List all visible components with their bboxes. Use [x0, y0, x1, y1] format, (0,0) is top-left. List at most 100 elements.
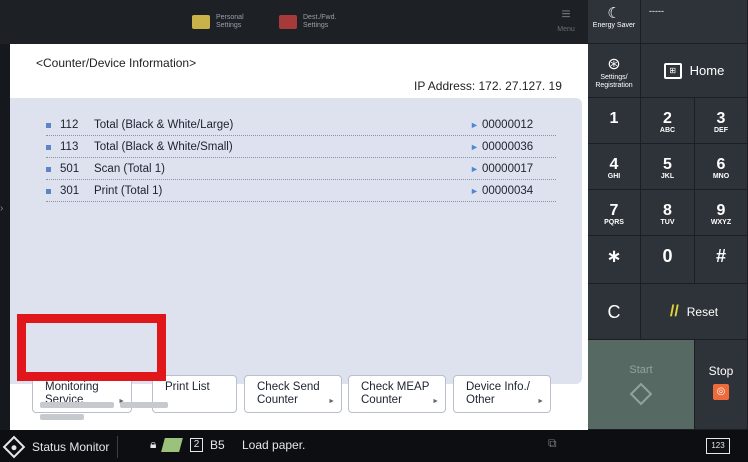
arrow-right-icon: ► — [328, 398, 335, 405]
arrow-right-icon: ► — [470, 164, 479, 174]
device-info-other-button[interactable]: Device Info./ Other ► — [453, 375, 551, 413]
counter-row: 301 Print (Total 1) ► 00000034 — [46, 182, 556, 202]
menu-icon: ≡ — [561, 6, 571, 23]
menu-label: Menu — [557, 26, 575, 33]
status-monitor-icon — [2, 435, 26, 459]
user-field: ----- — [641, 0, 748, 44]
key-6-digit: 6 — [716, 156, 726, 173]
key-5-digit: 5 — [663, 156, 672, 173]
moon-icon: ☾ — [607, 5, 621, 22]
key-7-letters: PQRS — [604, 219, 624, 226]
key-1[interactable]: 1 — [588, 98, 641, 144]
settings-registration-button[interactable]: ⊛ Settings/ Registration — [588, 44, 641, 98]
bullet-icon — [46, 123, 51, 128]
key-8[interactable]: 8 TUV — [641, 190, 695, 236]
paper-size: B5 — [210, 438, 225, 452]
key-3-digit: 3 — [716, 110, 726, 127]
highlight-box — [17, 314, 166, 381]
counter-name: Total (Black & White/Large) — [94, 119, 234, 131]
counter-row: 112 Total (Black & White/Large) ► 000000… — [46, 116, 556, 136]
counter-value: 00000036 — [482, 141, 534, 153]
stop-label: Stop — [708, 364, 734, 378]
key-5-letters: JKL — [660, 173, 675, 180]
keypad-toggle-button[interactable]: 123 — [706, 438, 730, 454]
counter-code: 301 — [60, 185, 80, 197]
key-7[interactable]: 7 PQRS — [588, 190, 641, 236]
counter-value: 00000017 — [482, 163, 534, 175]
print-list-label: Print List — [165, 381, 210, 393]
counter-row: 113 Total (Black & White/Small) ► 000000… — [46, 138, 556, 158]
home-icon: ⊞ — [663, 62, 682, 79]
key-hash[interactable]: # — [695, 236, 748, 284]
arrow-right-icon: ► — [537, 398, 544, 405]
bullet-icon — [46, 167, 51, 172]
key-5[interactable]: 5 JKL — [641, 144, 695, 190]
key-3-letters: DEF — [714, 127, 728, 134]
key-8-letters: TUV — [660, 219, 675, 226]
key-9[interactable]: 9 WXYZ — [695, 190, 748, 236]
status-message: Load paper. — [242, 438, 306, 452]
blurred-device-info — [40, 400, 180, 428]
reset-button[interactable]: // Reset — [641, 284, 748, 340]
personal-settings-icon — [192, 15, 210, 29]
key-4[interactable]: 4 GHI — [588, 144, 641, 190]
counter-name: Scan (Total 1) — [94, 163, 165, 175]
stop-icon: ◎ — [713, 384, 729, 400]
check-meap-counter-label: Check MEAP Counter — [361, 381, 430, 406]
counter-name: Total (Black & White/Small) — [94, 141, 233, 153]
status-monitor-label: Status Monitor — [32, 440, 110, 454]
energy-saver-label: Energy Saver — [592, 22, 636, 29]
personal-settings-tab[interactable]: Personal Settings — [192, 4, 244, 40]
dest-fwd-settings-tab[interactable]: Dest./Fwd. Settings — [279, 4, 336, 40]
counter-code: 112 — [60, 119, 79, 131]
key-0[interactable]: 0 — [641, 236, 695, 284]
key-3[interactable]: 3 DEF — [695, 98, 748, 144]
keypad-panel: ☾ Energy Saver ----- ⊛ Settings/ Registr… — [588, 0, 748, 430]
status-monitor-button[interactable]: Status Monitor — [2, 435, 119, 459]
page-title: <Counter/Device Information> — [36, 56, 197, 70]
key-0-digit: 0 — [662, 246, 673, 266]
check-send-counter-label: Check Send Counter — [257, 381, 320, 406]
key-4-digit: 4 — [609, 156, 619, 173]
reset-icon: // — [669, 302, 679, 320]
key-2-digit: 2 — [663, 110, 672, 127]
key-7-digit: 7 — [609, 202, 619, 219]
device-info-other-label: Device Info./ Other — [466, 381, 530, 406]
key-star[interactable]: ∗ — [588, 236, 641, 284]
stop-button[interactable]: Stop ◎ — [695, 340, 748, 430]
counter-value: 00000034 — [482, 185, 534, 197]
key-9-letters: WXYZ — [710, 219, 732, 226]
clear-button[interactable]: C — [588, 284, 641, 340]
paper-tray-icon — [161, 438, 183, 452]
home-button[interactable]: ⊞ Home — [641, 44, 748, 98]
menu-button[interactable]: ≡ Menu — [546, 4, 586, 42]
top-bar: Personal Settings Dest./Fwd. Settings ≡ … — [0, 0, 588, 44]
key-2[interactable]: 2 ABC — [641, 98, 695, 144]
start-button[interactable]: Start — [588, 340, 695, 430]
bullet-icon — [46, 189, 51, 194]
hash-symbol: # — [715, 246, 726, 266]
destination-settings-icon — [279, 15, 297, 29]
arrow-right-icon: ► — [470, 142, 479, 152]
arrow-right-icon: ► — [470, 186, 479, 196]
scroll-left-icon[interactable]: › — [0, 203, 3, 214]
dest-fwd-settings-label: Dest./Fwd. Settings — [303, 14, 337, 29]
settings-registration-label: Settings/ Registration — [595, 74, 633, 89]
check-meap-counter-button[interactable]: Check MEAP Counter ► — [348, 375, 446, 413]
arrow-right-icon: ► — [432, 398, 439, 405]
key-9-digit: 9 — [716, 202, 726, 219]
energy-saver-button[interactable]: ☾ Energy Saver — [588, 0, 641, 44]
key-6[interactable]: 6 MNO — [695, 144, 748, 190]
copy-job-icon: ⧉ — [548, 436, 557, 450]
personal-settings-label: Personal Settings — [216, 14, 244, 29]
star-symbol: ∗ — [606, 246, 622, 266]
tray-number: 2 — [190, 438, 203, 452]
user-field-text: ----- — [649, 6, 664, 16]
home-label: Home — [689, 63, 725, 78]
clear-label: C — [607, 302, 621, 322]
status-bar: Status Monitor 🔒︎ 2 B5 Load paper. ⧉ 123 — [0, 430, 748, 462]
counter-value: 00000012 — [482, 119, 534, 131]
counter-code: 113 — [60, 141, 79, 153]
key-2-letters: ABC — [659, 127, 676, 134]
check-send-counter-button[interactable]: Check Send Counter ► — [244, 375, 342, 413]
